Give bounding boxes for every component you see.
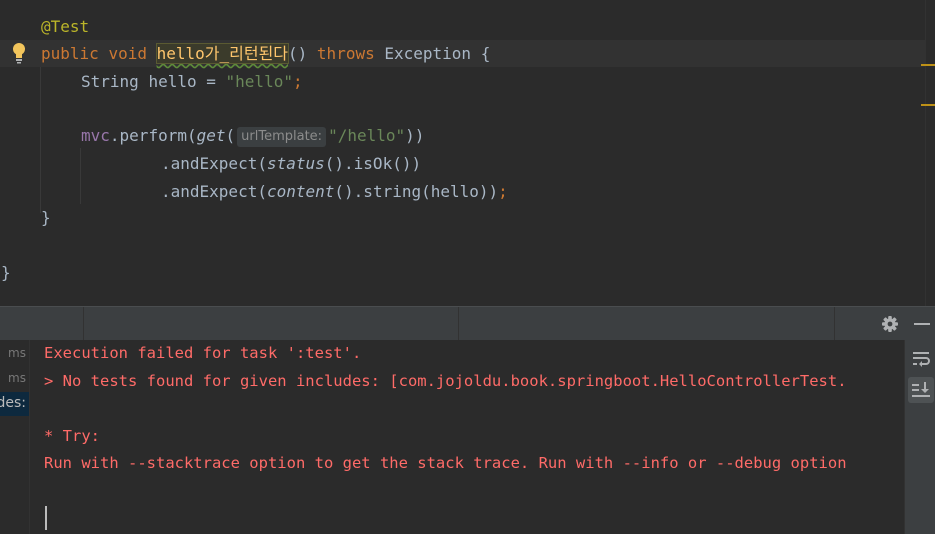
- editor-error-stripe[interactable]: [925, 0, 935, 306]
- header-section: [459, 307, 835, 341]
- indent-guide: [80, 148, 81, 204]
- header-section: [84, 307, 459, 341]
- annotation-token: @Test: [41, 17, 90, 36]
- assign-token: =: [206, 72, 216, 91]
- static-content: content: [266, 182, 335, 201]
- soft-wrap-button[interactable]: [908, 346, 934, 372]
- code-line-class-close[interactable]: }: [1, 259, 11, 286]
- scroll-to-end-button[interactable]: [908, 377, 934, 403]
- code-line-method-signature[interactable]: public void hello가_리턴된다() throws Excepti…: [41, 40, 490, 67]
- keyword-public: public: [41, 44, 99, 63]
- semicolon-token: ;: [498, 182, 508, 201]
- type-token: String: [81, 72, 139, 91]
- keyword-void: void: [108, 44, 147, 63]
- perform-call: .perform(: [109, 126, 197, 145]
- and-expect-call: .andExpect(: [161, 154, 267, 173]
- open-paren: (: [225, 126, 236, 145]
- warning-marker[interactable]: [921, 104, 935, 106]
- test-tree-panel[interactable]: ms ms des:: [0, 340, 30, 534]
- console-toolbar: [904, 340, 935, 534]
- text-caret: [45, 506, 47, 530]
- keyword-throws: throws: [316, 44, 375, 63]
- header-section: [0, 307, 84, 341]
- exception-type: Exception: [384, 44, 472, 63]
- code-editor[interactable]: @Test public void hello가_리턴된다() throws E…: [0, 0, 935, 306]
- run-panel-header: [0, 306, 935, 341]
- gear-icon[interactable]: [879, 313, 901, 335]
- string-literal: "hello": [225, 72, 293, 91]
- string-call: ().string(hello)): [334, 182, 499, 201]
- method-name[interactable]: hello가_리턴된다: [155, 43, 290, 64]
- code-line-expect-status[interactable]: .andExpect(status().isOk()): [161, 150, 421, 177]
- code-line-method-close[interactable]: }: [41, 204, 51, 231]
- close-parens: )): [405, 126, 425, 145]
- is-ok-call: ().isOk()): [324, 154, 422, 173]
- minimize-icon[interactable]: [911, 313, 933, 335]
- console-line: > No tests found for given includes: [co…: [44, 372, 847, 390]
- indent-guide: [40, 67, 41, 213]
- paren-token: (): [288, 44, 308, 63]
- code-line-expect-content[interactable]: .andExpect(content().string(hello));: [161, 178, 508, 205]
- static-get: get: [196, 126, 226, 145]
- console-output[interactable]: Execution failed for task ':test'. > No …: [30, 340, 904, 534]
- test-duration[interactable]: ms: [8, 371, 26, 385]
- parameter-hint: urlTemplate:: [237, 127, 327, 147]
- lightbulb-icon[interactable]: [11, 42, 27, 64]
- soft-wrap-icon: [913, 352, 930, 367]
- console-line: Execution failed for task ':test'.: [44, 344, 362, 362]
- code-line-annotation[interactable]: @Test: [41, 13, 89, 40]
- close-brace: }: [1, 263, 11, 282]
- string-literal: "/hello": [328, 126, 406, 145]
- code-line-declaration[interactable]: String hello = "hello";: [81, 68, 303, 95]
- variable-name: hello: [148, 72, 197, 91]
- and-expect-call: .andExpect(: [161, 182, 267, 201]
- test-duration[interactable]: ms: [8, 346, 26, 360]
- console-line: Run with --stacktrace option to get the …: [44, 454, 847, 472]
- field-mvc: mvc: [81, 126, 110, 145]
- open-brace: {: [480, 44, 491, 63]
- code-line-perform[interactable]: mvc.perform(get(urlTemplate: "/hello")): [81, 122, 424, 149]
- warning-marker[interactable]: [921, 64, 935, 66]
- console-line: * Try:: [44, 427, 100, 445]
- selected-tree-label[interactable]: des:: [0, 395, 26, 411]
- static-status: status: [266, 154, 325, 173]
- semicolon-token: ;: [292, 72, 303, 91]
- close-brace: }: [41, 208, 51, 227]
- scroll-to-end-icon: [912, 382, 930, 397]
